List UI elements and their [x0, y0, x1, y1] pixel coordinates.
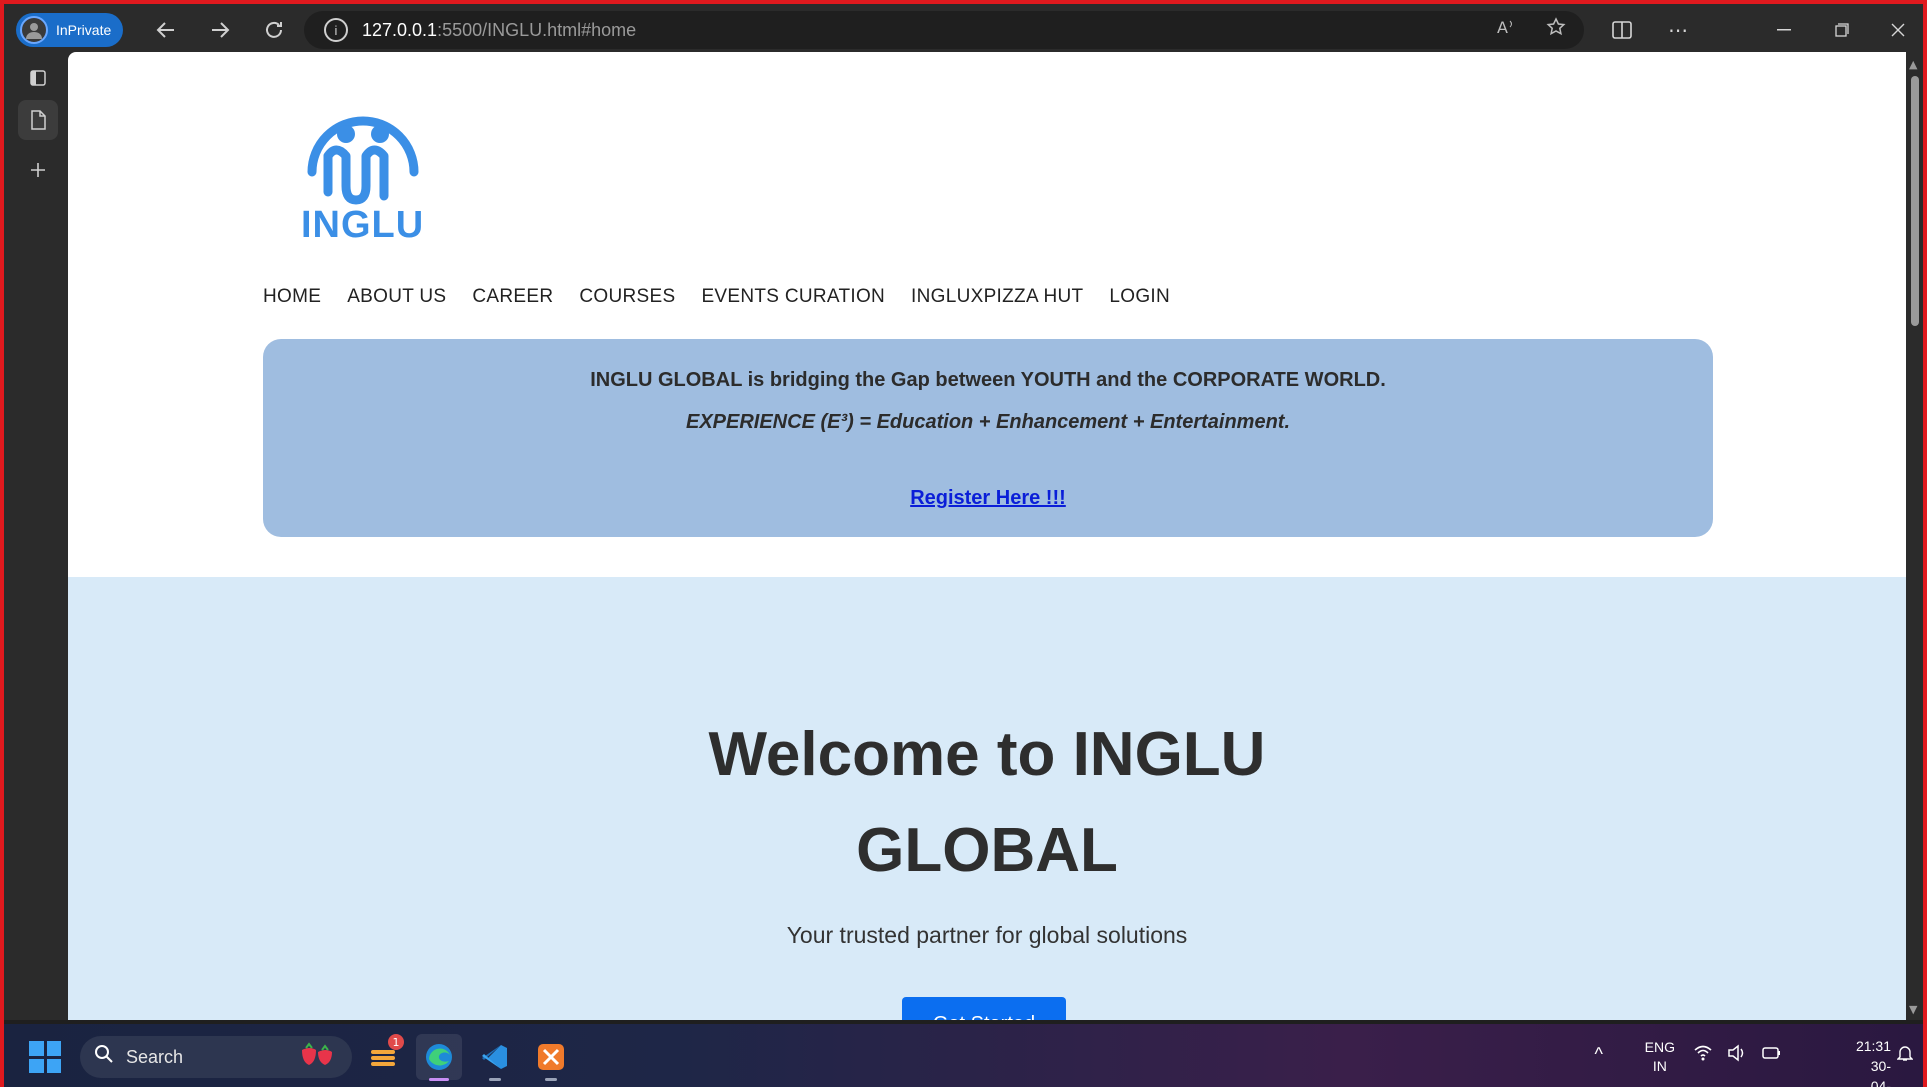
nav-ingluxpizza-hut[interactable]: INGLUXPIZZA HUT	[911, 286, 1083, 308]
clock-date: 30-04-2024	[1870, 1058, 1891, 1087]
nav-career[interactable]: CAREER	[472, 286, 553, 308]
favorite-star-icon[interactable]	[1546, 17, 1566, 43]
page-viewport: INGLU HOME ABOUT US CAREER COURSES EVENT…	[68, 52, 1906, 1020]
site-info-icon[interactable]: i	[324, 18, 348, 42]
vertical-tabs-sidebar	[4, 56, 68, 1020]
clock-time: 21:31	[1855, 1038, 1891, 1054]
profile-avatar-icon	[20, 16, 48, 44]
restore-button[interactable]	[1822, 14, 1862, 46]
logo-text: INGLU	[301, 204, 425, 246]
inprivate-label: InPrivate	[56, 22, 112, 38]
register-link[interactable]: Register Here !!!	[263, 487, 1713, 510]
hero-title: Welcome to INGLU GLOBAL	[68, 707, 1906, 899]
hero-title-line1: Welcome to INGLU	[708, 720, 1266, 789]
split-screen-icon[interactable]	[1602, 14, 1642, 46]
nav-events-curation[interactable]: EVENTS CURATION	[701, 286, 885, 308]
minimize-button[interactable]	[1764, 14, 1804, 46]
language-indicator[interactable]: ENG IN	[1645, 1038, 1675, 1076]
search-icon	[94, 1044, 114, 1070]
taskbar-app-widgets[interactable]: 1	[360, 1034, 406, 1080]
page-scrollbar[interactable]: ▲ ▼	[1906, 52, 1923, 1020]
show-hidden-icons-icon[interactable]: ^	[1595, 1044, 1603, 1065]
refresh-button[interactable]	[258, 15, 290, 45]
hero-title-line2: GLOBAL	[856, 816, 1118, 885]
banner-tagline: INGLU GLOBAL is bridging the Gap between…	[590, 369, 1386, 391]
scroll-down-icon[interactable]: ▼	[1909, 1003, 1917, 1016]
volume-icon[interactable]	[1727, 1044, 1747, 1067]
wifi-icon[interactable]	[1693, 1044, 1713, 1067]
taskbar-search[interactable]: Search	[80, 1036, 352, 1078]
url-host: 127.0.0.1	[362, 19, 438, 40]
lang-line1: ENG	[1644, 1039, 1675, 1055]
svg-text:A: A	[1497, 18, 1508, 37]
read-aloud-icon[interactable]: A	[1496, 17, 1516, 43]
nav-home[interactable]: HOME	[263, 286, 321, 308]
taskbar-clock[interactable]: 21:31 30-04-2024	[1856, 1036, 1891, 1087]
nav-about-us[interactable]: ABOUT US	[347, 286, 446, 308]
get-started-button[interactable]: Get Started	[902, 997, 1066, 1020]
scrollbar-thumb[interactable]	[1911, 76, 1919, 326]
taskbar-app-edge[interactable]	[416, 1034, 462, 1081]
browser-titlebar: InPrivate i 127.0.0.1:5500/INGLU.html#ho…	[4, 4, 1923, 56]
more-menu-icon[interactable]: ⋯	[1658, 14, 1698, 46]
notification-badge: 1	[388, 1034, 404, 1050]
banner-experience: EXPERIENCE (E³) = Education + Enhancemen…	[685, 411, 1290, 433]
url-path: :5500/INGLU.html#home	[437, 19, 637, 40]
tab-inglu-page[interactable]	[18, 100, 58, 140]
nav-login[interactable]: LOGIN	[1109, 286, 1170, 308]
tab-actions-icon[interactable]	[18, 58, 58, 98]
search-label: Search	[126, 1046, 184, 1067]
inprivate-badge[interactable]: InPrivate	[16, 13, 124, 47]
forward-button[interactable]	[204, 15, 236, 45]
hero-section: Welcome to INGLU GLOBAL Your trusted par…	[68, 577, 1906, 1020]
address-bar[interactable]: i 127.0.0.1:5500/INGLU.html#home A	[304, 11, 1584, 49]
new-tab-icon[interactable]	[18, 150, 58, 190]
battery-icon[interactable]	[1761, 1044, 1781, 1067]
windows-start-icon[interactable]	[29, 1041, 61, 1073]
info-banner: INGLU GLOBAL is bridging the Gap between…	[263, 339, 1713, 537]
lang-line2: IN	[1652, 1058, 1667, 1074]
hero-subtitle: Your trusted partner for global solution…	[786, 922, 1188, 948]
taskbar-app-vscode[interactable]	[472, 1034, 518, 1081]
windows-taskbar: Search 1 ^ ENG IN 21:31 30-04-	[4, 1024, 1923, 1087]
main-nav: HOME ABOUT US CAREER COURSES EVENTS CURA…	[263, 286, 1170, 308]
strawberry-icon	[298, 1042, 338, 1072]
back-button[interactable]	[150, 15, 182, 45]
scroll-up-icon[interactable]: ▲	[1909, 58, 1917, 71]
taskbar-app-xampp[interactable]	[528, 1034, 574, 1081]
nav-courses[interactable]: COURSES	[579, 286, 675, 308]
notification-center-icon[interactable]	[1896, 1044, 1914, 1067]
close-button[interactable]	[1878, 14, 1918, 46]
